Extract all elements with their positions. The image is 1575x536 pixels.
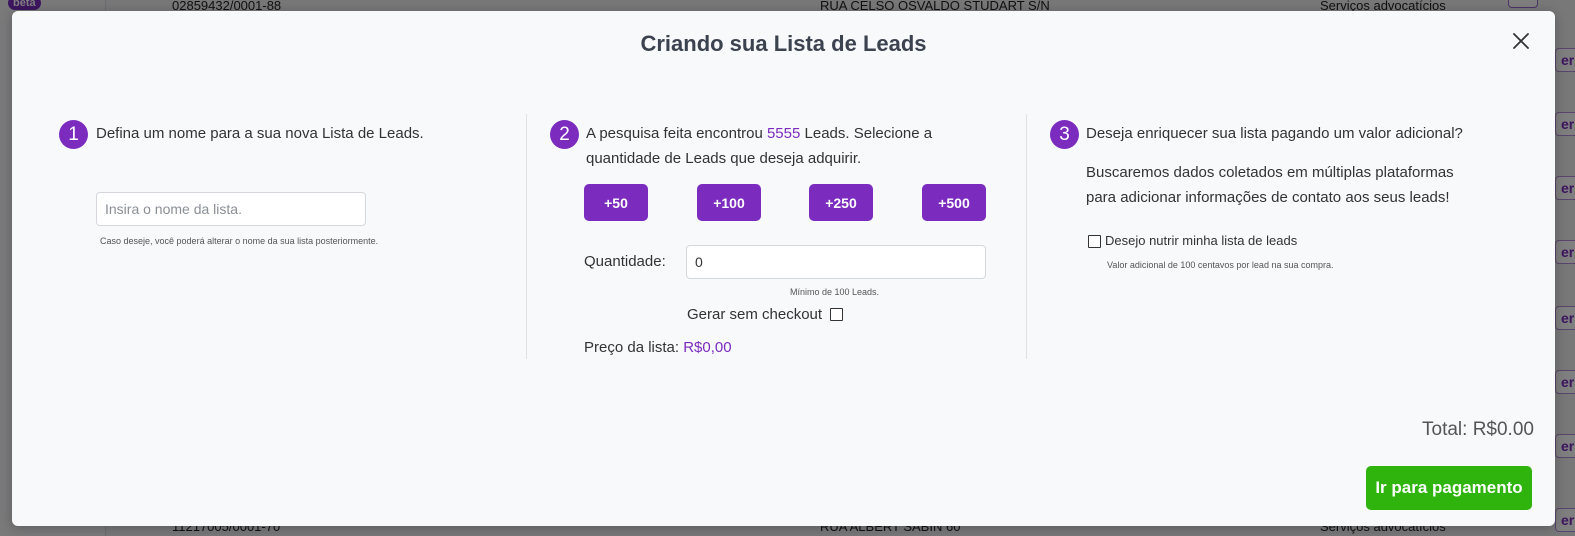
step-1-instruction: Defina um nome para a sua nova Lista de …	[96, 125, 424, 142]
total-amount: Total: R$0.00	[1422, 419, 1534, 440]
step-2-instruction-line2: quantidade de Leads que deseja adquirir.	[586, 150, 862, 167]
lead-count: 5555	[766, 125, 801, 142]
enrich-description-line1: Buscaremos dados coletados em múltiplas …	[1086, 164, 1454, 181]
price-value: R$0,00	[683, 339, 732, 356]
step-3-number: 3	[1050, 120, 1079, 149]
no-checkout-label: Gerar sem checkout	[687, 306, 823, 323]
quantity-label: Quantidade:	[584, 253, 666, 270]
add-250-button[interactable]: +250	[809, 184, 873, 221]
add-50-button[interactable]: +50	[584, 184, 648, 221]
step-1-number: 1	[59, 120, 88, 149]
enrich-description-line2: para adicionar informações de contato ao…	[1086, 189, 1450, 206]
price-row: Preço da lista: R$0,00	[584, 339, 732, 356]
enrich-list-label: Desejo nutrir minha lista de leads	[1105, 233, 1298, 248]
list-name-input[interactable]	[96, 192, 366, 226]
column-divider	[1026, 114, 1027, 359]
close-icon	[1513, 33, 1529, 49]
minimum-leads-note: Mínimo de 100 Leads.	[790, 287, 880, 297]
column-divider	[526, 114, 527, 359]
close-button[interactable]	[1511, 31, 1531, 51]
no-checkout-checkbox[interactable]	[830, 308, 843, 321]
enrich-price-note: Valor adicional de 100 centavos por lead…	[1107, 260, 1334, 270]
create-lead-list-modal: Criando sua Lista de Leads 1 Defina um n…	[12, 11, 1555, 526]
quantity-input[interactable]	[686, 245, 986, 279]
list-name-help: Caso deseje, você poderá alterar o nome …	[100, 236, 379, 246]
step-2-number: 2	[550, 120, 579, 149]
enrich-list-checkbox[interactable]	[1088, 235, 1101, 248]
add-100-button[interactable]: +100	[697, 184, 761, 221]
go-to-payment-button[interactable]: Ir para pagamento	[1366, 466, 1532, 510]
step-2-text-after: Leads. Selecione a	[800, 125, 933, 142]
step-3-instruction: Deseja enriquecer sua lista pagando um v…	[1086, 125, 1463, 142]
add-500-button[interactable]: +500	[922, 184, 986, 221]
modal-title: Criando sua Lista de Leads	[640, 31, 927, 56]
step-2-instruction: A pesquisa feita encontrou 5555 Leads. S…	[586, 121, 932, 146]
step-2-text-before: A pesquisa feita encontrou	[586, 125, 767, 142]
price-label: Preço da lista:	[584, 339, 680, 356]
